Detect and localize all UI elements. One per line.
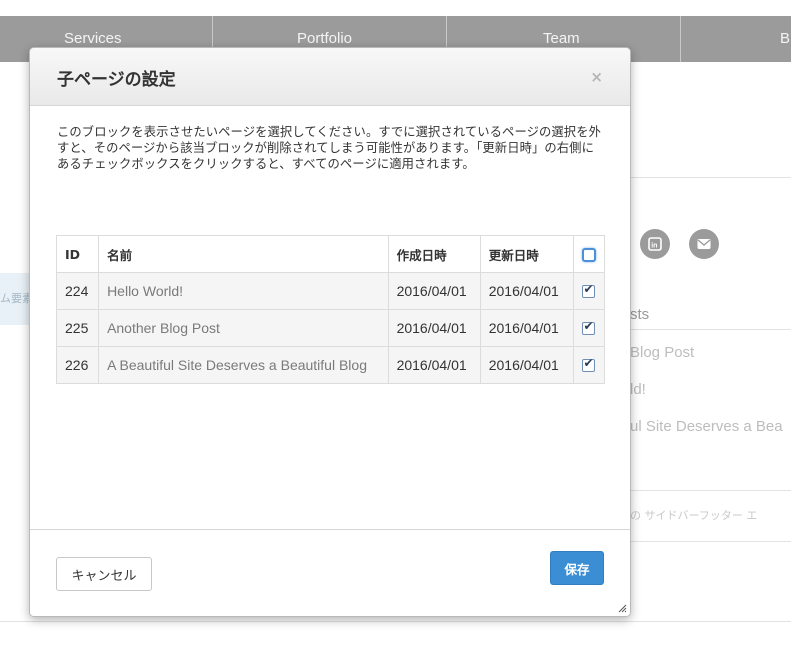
select-all-cell bbox=[572, 235, 606, 273]
save-button[interactable]: 保存 bbox=[550, 551, 604, 585]
row-checkbox[interactable] bbox=[582, 282, 596, 298]
row-checkbox[interactable] bbox=[582, 319, 596, 335]
column-header-created: 作成日時 bbox=[387, 235, 481, 273]
nav-divider bbox=[680, 16, 681, 62]
recent-post-link[interactable]: Blog Post bbox=[630, 344, 694, 361]
pages-table: ID 名前 作成日時 更新日時 224 Hello World! 2016/04… bbox=[55, 235, 606, 384]
linkedin-icon[interactable]: in bbox=[640, 229, 670, 259]
page-bottom-divider bbox=[0, 621, 791, 622]
recent-posts-divider bbox=[630, 329, 791, 330]
nav-item-b[interactable]: B bbox=[780, 16, 790, 62]
dialog-footer: キャンセル 保存 bbox=[30, 529, 630, 616]
row-name: Hello World! bbox=[98, 272, 389, 310]
close-button[interactable]: × bbox=[590, 68, 603, 86]
cancel-button[interactable]: キャンセル bbox=[56, 557, 152, 591]
row-checkbox-cell bbox=[572, 346, 606, 384]
table-row: 226 A Beautiful Site Deserves a Beautifu… bbox=[55, 346, 606, 384]
recent-post-link[interactable]: ul Site Deserves a Bea bbox=[630, 418, 783, 435]
sidebar-footer-text: の サイドバーフッター エ bbox=[630, 509, 758, 522]
row-updated: 2016/04/01 bbox=[479, 272, 574, 310]
row-id: 225 bbox=[55, 309, 100, 347]
resize-grip-icon[interactable] bbox=[618, 604, 627, 613]
recent-post-link[interactable]: ld! bbox=[630, 381, 646, 398]
row-created: 2016/04/01 bbox=[387, 309, 481, 347]
side-tab-chip[interactable]: ム要素 bbox=[0, 273, 30, 325]
row-checkbox-cell bbox=[572, 272, 606, 310]
row-checkbox-cell bbox=[572, 309, 606, 347]
recent-posts-heading: sts bbox=[630, 306, 650, 323]
sidebar-divider bbox=[630, 177, 791, 178]
row-name: Another Blog Post bbox=[98, 309, 389, 347]
row-created: 2016/04/01 bbox=[387, 272, 481, 310]
column-header-name: 名前 bbox=[98, 235, 389, 273]
row-id: 226 bbox=[55, 346, 100, 384]
side-tab-label: ム要素 bbox=[0, 292, 30, 305]
row-updated: 2016/04/01 bbox=[479, 346, 574, 384]
sidebar-footer-area: の サイドバーフッター エ bbox=[630, 490, 791, 542]
row-name: A Beautiful Site Deserves a Beautiful Bl… bbox=[98, 346, 389, 384]
svg-text:in: in bbox=[651, 243, 657, 250]
dialog-title: 子ページの設定 bbox=[57, 70, 176, 90]
column-header-id: ID bbox=[55, 235, 100, 273]
table-header-row: ID 名前 作成日時 更新日時 bbox=[55, 235, 606, 273]
dialog-header: 子ページの設定 × bbox=[30, 48, 630, 106]
row-checkbox[interactable] bbox=[582, 356, 596, 372]
table-row: 225 Another Blog Post 2016/04/01 2016/04… bbox=[55, 309, 606, 347]
column-header-updated: 更新日時 bbox=[479, 235, 574, 273]
row-id: 224 bbox=[55, 272, 100, 310]
table-row: 224 Hello World! 2016/04/01 2016/04/01 bbox=[55, 272, 606, 310]
email-icon[interactable] bbox=[689, 229, 719, 259]
row-created: 2016/04/01 bbox=[387, 346, 481, 384]
select-all-checkbox[interactable] bbox=[581, 247, 596, 262]
row-updated: 2016/04/01 bbox=[479, 309, 574, 347]
child-page-settings-dialog: 子ページの設定 × このブロックを表示させたいページを選択してください。すでに選… bbox=[29, 47, 631, 617]
dialog-description: このブロックを表示させたいページを選択してください。すでに選択されているページの… bbox=[57, 125, 601, 171]
